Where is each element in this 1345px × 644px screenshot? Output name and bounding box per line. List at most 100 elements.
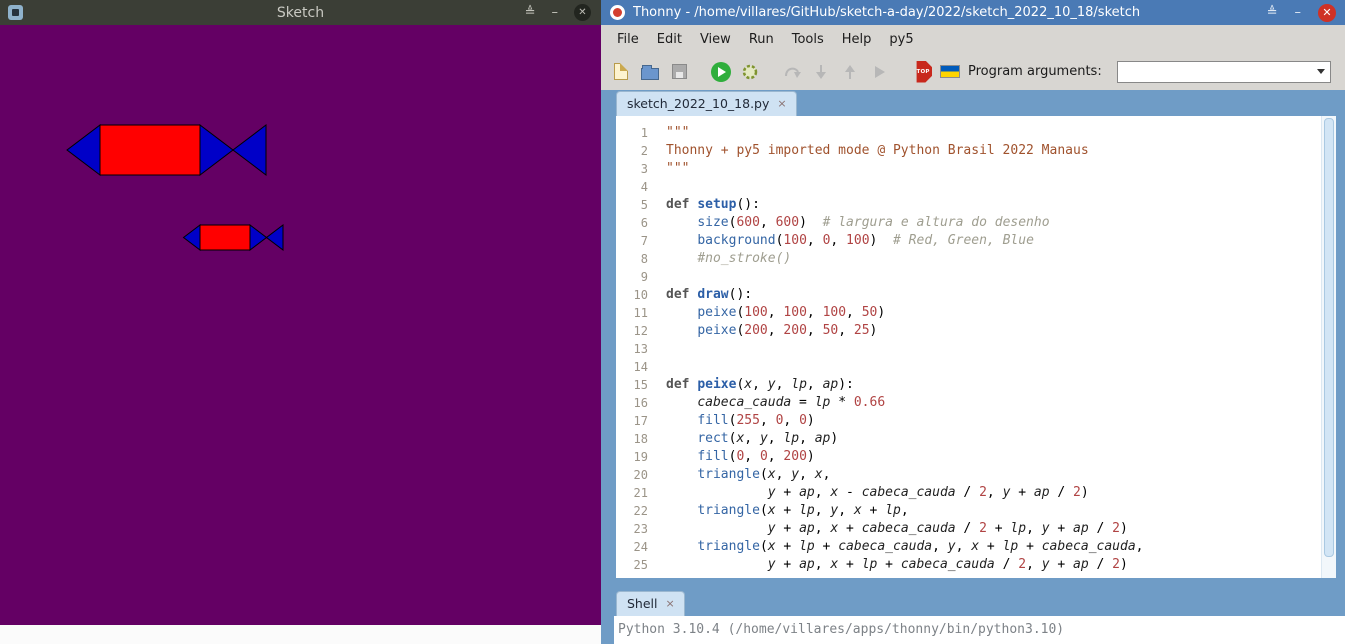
workbench: sketch_2022_10_18.py × 1 2 3 4 5 6 7 8 9 10 11 12 13… bbox=[601, 90, 1345, 644]
line-number: 10 bbox=[633, 288, 648, 302]
sketch-app-icon bbox=[8, 5, 23, 20]
sketch-titlebar: Sketch ≜ – ✕ bbox=[0, 0, 601, 25]
program-arguments-label: Program arguments: bbox=[968, 64, 1102, 79]
editor-scrollbar-thumb[interactable] bbox=[1324, 118, 1334, 557]
code-line: y + ap, x + cabeca_cauda / 2 + lp, y + a… bbox=[767, 521, 1128, 536]
line-number: 16 bbox=[633, 396, 648, 410]
new-file-icon bbox=[614, 63, 628, 80]
sketch-canvas-svg bbox=[66, 123, 284, 252]
step-out-button[interactable] bbox=[839, 61, 861, 83]
code-line: def setup(): bbox=[666, 197, 760, 212]
menu-run[interactable]: Run bbox=[740, 27, 783, 52]
editor-gutter: 1 2 3 4 5 6 7 8 9 10 11 12 13 14 15 16 17 18 19 20 21 22 23 24 2… bbox=[616, 116, 658, 578]
stop-button[interactable]: STOP bbox=[910, 60, 932, 83]
editor-tab-label: sketch_2022_10_18.py bbox=[627, 96, 770, 111]
code-line: y + ap, x + lp + cabeca_cauda / 2, y + a… bbox=[767, 557, 1128, 572]
line-number: 18 bbox=[633, 432, 648, 446]
step-into-button[interactable] bbox=[810, 61, 832, 83]
code-line: cabeca_cauda = lp * 0.66 bbox=[697, 395, 886, 410]
code-line: triangle(x + lp + cabeca_cauda, y, x + l… bbox=[697, 539, 1144, 554]
line-number: 1 bbox=[640, 126, 648, 140]
program-arguments-combobox[interactable] bbox=[1116, 60, 1331, 83]
code-line: background(100, 0, 100) # Red, Green, Bl… bbox=[697, 233, 1034, 248]
program-arguments-input[interactable] bbox=[1117, 62, 1330, 83]
editor-tab[interactable]: sketch_2022_10_18.py × bbox=[616, 91, 797, 116]
code-line: triangle(x + lp, y, x + lp, bbox=[697, 503, 909, 518]
menu-bar: File Edit View Run Tools Help py5 bbox=[601, 25, 1345, 53]
line-number: 17 bbox=[633, 414, 648, 428]
code-line: #no_stroke() bbox=[697, 251, 792, 266]
code-line: """ bbox=[666, 161, 690, 176]
shell-tab-bar: Shell × bbox=[616, 591, 685, 616]
shell-tab-close-icon[interactable]: × bbox=[666, 598, 675, 609]
code-line: fill(0, 0, 200) bbox=[697, 449, 815, 464]
line-number: 11 bbox=[633, 306, 648, 320]
line-number: 19 bbox=[633, 450, 648, 464]
run-script-button[interactable] bbox=[710, 61, 732, 83]
open-folder-icon bbox=[641, 64, 659, 80]
thonny-minimize-button[interactable]: – bbox=[1295, 5, 1302, 20]
editor-tab-bar: sketch_2022_10_18.py × bbox=[616, 90, 797, 116]
menu-file[interactable]: File bbox=[608, 27, 648, 52]
line-number: 15 bbox=[633, 378, 648, 392]
resume-button[interactable] bbox=[868, 61, 890, 83]
line-number: 7 bbox=[640, 234, 648, 248]
shell-tab[interactable]: Shell × bbox=[616, 591, 685, 616]
thonny-close-button[interactable]: ✕ bbox=[1318, 3, 1336, 22]
thonny-window: Thonny - /home/villares/GitHub/sketch-a-… bbox=[601, 0, 1345, 644]
thonny-titlebar: Thonny - /home/villares/GitHub/sketch-a-… bbox=[601, 0, 1345, 25]
step-over-icon bbox=[785, 67, 801, 78]
thonny-logo-icon bbox=[610, 5, 625, 20]
sketch-window: Sketch ≜ – ✕ bbox=[0, 0, 601, 625]
line-number: 9 bbox=[640, 270, 648, 284]
new-file-button[interactable] bbox=[610, 61, 632, 83]
step-out-icon bbox=[845, 64, 855, 79]
thonny-window-title: Thonny - /home/villares/GitHub/sketch-a-… bbox=[633, 5, 1141, 20]
menu-tools[interactable]: Tools bbox=[783, 27, 833, 52]
menu-py5[interactable]: py5 bbox=[880, 27, 922, 52]
editor-tab-close-icon[interactable]: × bbox=[777, 98, 786, 109]
support-ukraine-button[interactable] bbox=[939, 61, 961, 83]
code-line: peixe(100, 100, 100, 50) bbox=[697, 305, 886, 320]
shell-panel[interactable]: Python 3.10.4 (/home/villares/apps/thonn… bbox=[614, 616, 1345, 644]
step-over-button[interactable] bbox=[781, 61, 803, 83]
code-line: triangle(x, y, x, bbox=[697, 467, 831, 482]
menu-help[interactable]: Help bbox=[833, 27, 881, 52]
line-number: 4 bbox=[640, 180, 648, 194]
editor-code[interactable]: """ Thonny + py5 imported mode @ Python B… bbox=[658, 116, 1321, 578]
line-number: 8 bbox=[640, 252, 648, 266]
code-editor[interactable]: 1 2 3 4 5 6 7 8 9 10 11 12 13 14 15 16 17 18 19 20 21 22 23 24 2… bbox=[616, 116, 1336, 578]
debug-gear-icon bbox=[742, 64, 758, 79]
combobox-dropdown-icon[interactable] bbox=[1317, 68, 1325, 74]
thonny-shade-button[interactable]: ≜ bbox=[1267, 5, 1278, 20]
menu-edit[interactable]: Edit bbox=[648, 27, 691, 52]
debug-script-button[interactable] bbox=[739, 61, 761, 83]
code-line: size(600, 600) # largura e altura do des… bbox=[697, 215, 1050, 230]
save-floppy-icon bbox=[671, 64, 687, 79]
code-line: y + ap, x - cabeca_cauda / 2, y + ap / 2… bbox=[767, 485, 1089, 500]
shell-banner: Python 3.10.4 (/home/villares/apps/thonn… bbox=[618, 622, 1065, 637]
line-number: 12 bbox=[633, 324, 648, 338]
editor-scrollbar[interactable] bbox=[1321, 116, 1336, 578]
line-number: 14 bbox=[633, 360, 648, 374]
menu-view[interactable]: View bbox=[691, 27, 740, 52]
sketch-close-button[interactable]: ✕ bbox=[574, 4, 591, 21]
sketch-shade-button[interactable]: ≜ bbox=[525, 6, 536, 19]
save-file-button[interactable] bbox=[668, 61, 690, 83]
step-into-icon bbox=[816, 64, 826, 79]
line-number: 22 bbox=[633, 504, 648, 518]
code-line: Thonny + py5 imported mode @ Python Bras… bbox=[666, 143, 1089, 158]
line-number: 20 bbox=[633, 468, 648, 482]
code-line: peixe(200, 200, 50, 25) bbox=[697, 323, 878, 338]
line-number: 13 bbox=[633, 342, 648, 356]
code-line: fill(255, 0, 0) bbox=[697, 413, 815, 428]
line-number: 23 bbox=[633, 522, 648, 536]
code-line: def draw(): bbox=[666, 287, 753, 302]
toolbar: STOP Program arguments: bbox=[601, 53, 1345, 90]
open-file-button[interactable] bbox=[639, 61, 661, 83]
sketch-minimize-button[interactable]: – bbox=[552, 6, 559, 19]
